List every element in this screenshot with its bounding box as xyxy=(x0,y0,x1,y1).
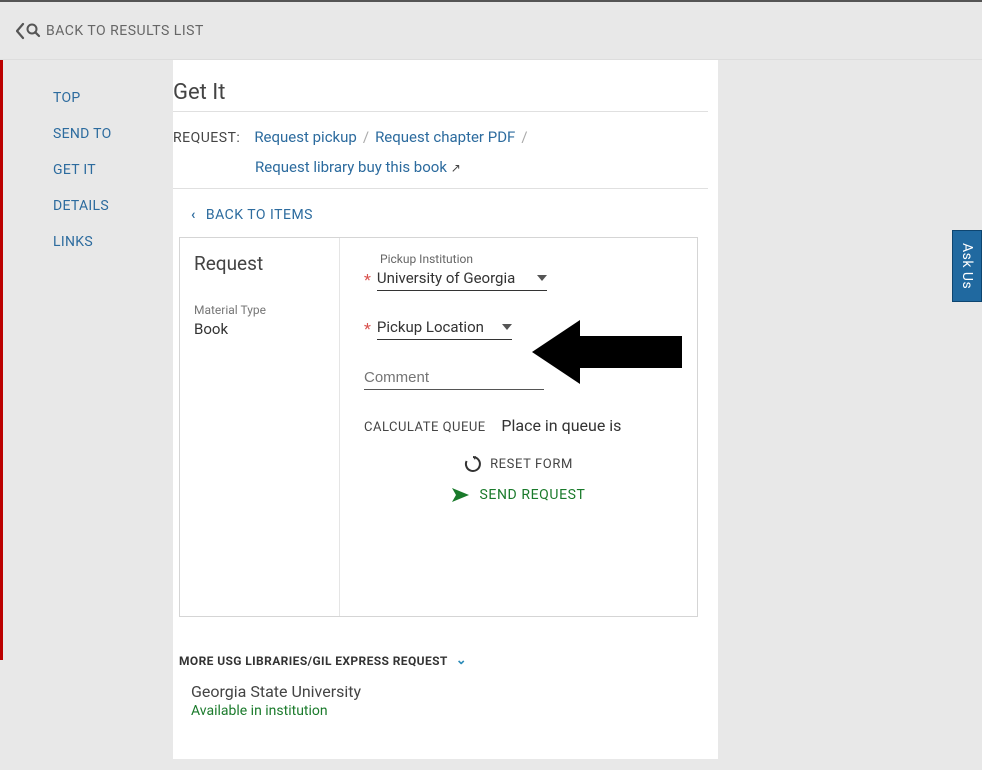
request-panel: Request Material Type Book Pickup Instit… xyxy=(179,237,698,617)
institution-availability: Available in institution xyxy=(191,703,708,719)
material-type-label: Material Type xyxy=(194,303,325,317)
chevron-left-icon: ‹ xyxy=(191,207,196,223)
caret-down-icon xyxy=(537,275,547,281)
required-star-icon: * xyxy=(364,272,371,288)
main-panel: Get It REQUEST: Request pickup / Request… xyxy=(173,60,718,759)
pickup-institution-select[interactable]: University of Georgia xyxy=(377,268,547,291)
caret-down-icon xyxy=(502,324,512,330)
request-label: REQUEST: xyxy=(173,130,240,146)
request-panel-left: Request Material Type Book xyxy=(180,238,340,616)
pickup-location-field: * Pickup Location xyxy=(364,317,673,340)
request-buy-book-label: Request library buy this book xyxy=(255,158,447,176)
back-to-results-label: BACK TO RESULTS LIST xyxy=(46,23,204,39)
sidebar-item-send-to[interactable]: SEND TO xyxy=(53,116,173,152)
request-links-row: REQUEST: Request pickup / Request chapte… xyxy=(173,128,708,189)
material-type-value: Book xyxy=(194,320,325,338)
topbar: BACK TO RESULTS LIST xyxy=(0,0,982,60)
pickup-institution-value: University of Georgia xyxy=(377,269,515,287)
pickup-institution-label: Pickup Institution xyxy=(364,252,673,266)
back-to-items-link[interactable]: ‹ BACK TO ITEMS xyxy=(173,189,708,237)
back-to-results-link[interactable]: BACK TO RESULTS LIST xyxy=(16,22,204,40)
pickup-location-label: Pickup Location xyxy=(377,318,484,336)
reset-form-label: RESET FORM xyxy=(490,457,573,472)
sidebar-item-get-it[interactable]: GET IT xyxy=(53,152,173,188)
institution-name: Georgia State University xyxy=(191,682,708,701)
calculate-queue-button[interactable]: CALCULATE QUEUE xyxy=(364,420,486,435)
more-libraries-toggle[interactable]: MORE USG LIBRARIES/GIL EXPRESS REQUEST ⌄ xyxy=(179,653,708,668)
sidebar: TOP SEND TO GET IT DETAILS LINKS xyxy=(3,60,173,260)
request-chapter-pdf-link[interactable]: Request chapter PDF xyxy=(375,128,515,146)
send-icon xyxy=(451,487,471,503)
more-libraries-label: MORE USG LIBRARIES/GIL EXPRESS REQUEST xyxy=(179,654,448,668)
chevron-down-icon: ⌄ xyxy=(456,653,467,668)
pickup-institution-field: Pickup Institution * University of Georg… xyxy=(364,252,673,291)
queue-row: CALCULATE QUEUE Place in queue is xyxy=(364,416,673,435)
external-link-icon: ↗ xyxy=(451,161,461,175)
reset-form-button[interactable]: RESET FORM xyxy=(364,455,673,473)
reset-icon xyxy=(464,455,482,473)
back-search-icon xyxy=(16,22,42,40)
sidebar-item-links[interactable]: LINKS xyxy=(53,224,173,260)
request-panel-right: Pickup Institution * University of Georg… xyxy=(340,238,697,616)
request-title: Request xyxy=(194,252,325,275)
ask-us-button[interactable]: Ask Us xyxy=(952,230,982,302)
queue-text: Place in queue is xyxy=(501,416,621,435)
request-pickup-link[interactable]: Request pickup xyxy=(254,128,357,146)
comment-field xyxy=(364,366,673,390)
back-to-items-label: BACK TO ITEMS xyxy=(206,207,313,223)
send-request-button[interactable]: SEND REQUEST xyxy=(364,487,673,503)
sidebar-item-top[interactable]: TOP xyxy=(53,80,173,116)
institution-block[interactable]: Georgia State University Available in in… xyxy=(191,682,708,719)
comment-input[interactable] xyxy=(364,366,544,390)
sidebar-item-details[interactable]: DETAILS xyxy=(53,188,173,224)
sep: / xyxy=(363,128,369,146)
send-request-label: SEND REQUEST xyxy=(479,487,585,503)
pickup-location-select[interactable]: Pickup Location xyxy=(377,317,512,340)
section-title: Get It xyxy=(173,80,708,112)
required-star-icon: * xyxy=(364,321,371,337)
request-buy-book-link[interactable]: Request library buy this book ↗ xyxy=(255,158,461,176)
sep: / xyxy=(521,128,527,146)
